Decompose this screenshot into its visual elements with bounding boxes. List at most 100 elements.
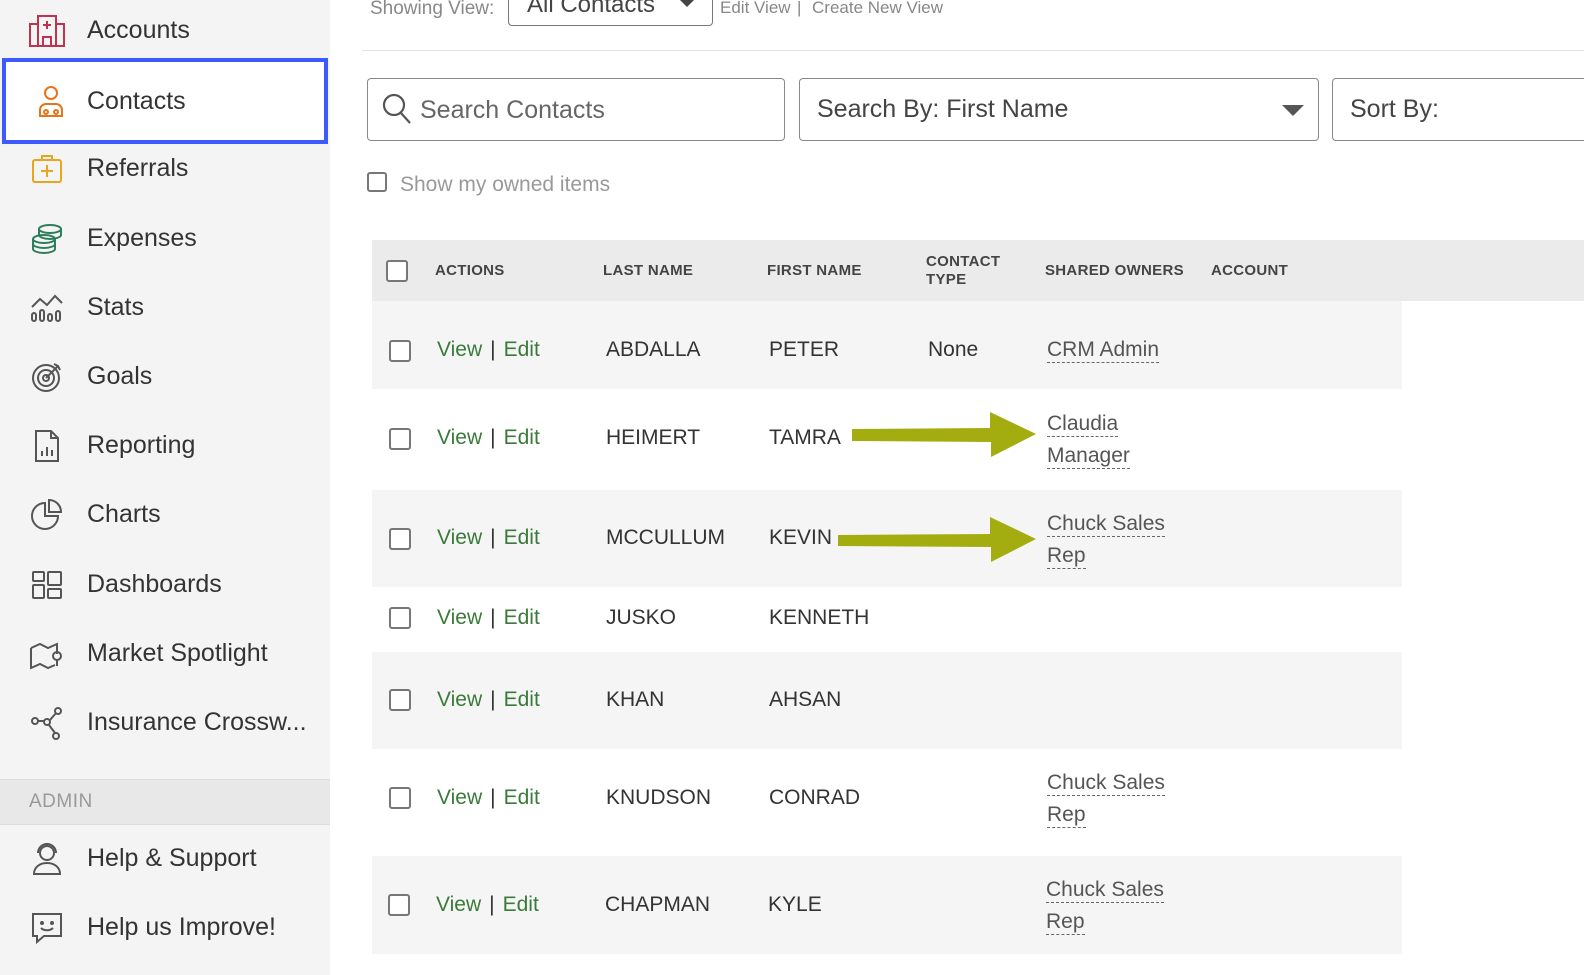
cell-shared-owners: Claudia Manager	[1047, 408, 1130, 472]
search-by-dropdown[interactable]: Search By: First Name	[799, 78, 1319, 141]
sidebar-item-referrals[interactable]: Referrals	[0, 134, 330, 203]
header-contact-type-line1[interactable]: CONTACT	[926, 253, 1000, 270]
sidebar-item-reporting[interactable]: Reporting	[0, 411, 330, 480]
search-by-label: Search By: First Name	[817, 95, 1069, 123]
sidebar-item-label: Help us Improve!	[87, 913, 276, 941]
sidebar-item-help-improve[interactable]: Help us Improve!	[0, 893, 330, 962]
edit-link[interactable]: Edit	[504, 426, 540, 449]
view-link[interactable]: View	[437, 338, 482, 361]
cell-first-name: AHSAN	[769, 688, 842, 711]
header-account[interactable]: ACCOUNT	[1211, 262, 1288, 279]
sidebar-item-label: Accounts	[87, 16, 190, 44]
sidebar-item-contacts[interactable]: Contacts	[2, 58, 328, 144]
row-checkbox[interactable]	[389, 428, 411, 450]
search-contacts-box[interactable]	[367, 78, 785, 141]
edit-link[interactable]: Edit	[503, 893, 539, 916]
cell-last-name: HEIMERT	[606, 426, 701, 449]
view-link[interactable]: View	[436, 893, 481, 916]
edit-view-link[interactable]: Edit View	[720, 0, 791, 18]
sidebar-item-label: Dashboards	[87, 570, 222, 598]
show-owned-checkbox[interactable]	[367, 172, 387, 192]
owner-link[interactable]: Claudia	[1047, 412, 1119, 437]
view-link[interactable]: View	[437, 426, 482, 449]
chevron-down-icon	[1282, 105, 1304, 116]
owner-link[interactable]: Rep	[1047, 803, 1086, 828]
sidebar-item-label: Market Spotlight	[87, 639, 268, 667]
sidebar-item-goals[interactable]: Goals	[0, 342, 330, 411]
edit-link[interactable]: Edit	[504, 606, 540, 629]
report-document-icon	[28, 427, 66, 465]
row-actions: View | Edit	[437, 426, 540, 449]
cell-shared-owners: Chuck Sales Rep	[1046, 874, 1164, 938]
row-checkbox[interactable]	[389, 340, 411, 362]
owner-link[interactable]: Chuck Sales	[1047, 771, 1165, 796]
sidebar-item-insurance-crosswalk[interactable]: Insurance Crossw...	[0, 688, 330, 757]
cell-last-name: KNUDSON	[606, 786, 712, 809]
row-actions: View | Edit	[437, 786, 540, 809]
view-link[interactable]: View	[437, 526, 482, 549]
header-shared-owners[interactable]: SHARED OWNERS	[1045, 262, 1184, 279]
row-checkbox[interactable]	[389, 787, 411, 809]
select-all-checkbox[interactable]	[386, 260, 408, 282]
coins-icon	[28, 220, 66, 258]
contacts-group-icon	[32, 82, 70, 120]
edit-link[interactable]: Edit	[504, 688, 540, 711]
pie-chart-icon	[28, 496, 66, 534]
sidebar-item-label: Charts	[87, 500, 161, 528]
view-link[interactable]: View	[437, 786, 482, 809]
admin-section-header: ADMIN	[0, 779, 330, 825]
sidebar-item-market-spotlight[interactable]: Market Spotlight	[0, 619, 330, 688]
owner-link[interactable]: Rep	[1047, 544, 1086, 569]
edit-link[interactable]: Edit	[504, 526, 540, 549]
header-last-name[interactable]: LAST NAME	[603, 262, 693, 279]
owner-link[interactable]: CRM Admin	[1047, 338, 1160, 363]
row-checkbox[interactable]	[388, 894, 410, 916]
owner-link[interactable]: Chuck Sales	[1046, 878, 1164, 903]
owner-link[interactable]: Manager	[1047, 444, 1130, 469]
cell-first-name: TAMRA	[769, 426, 841, 449]
edit-link[interactable]: Edit	[504, 338, 540, 361]
sidebar-item-label: Reporting	[87, 431, 196, 459]
cell-shared-owners: Chuck Sales Rep	[1047, 767, 1165, 831]
view-link[interactable]: View	[437, 688, 482, 711]
row-actions: View | Edit	[437, 526, 540, 549]
sidebar-item-label: Goals	[87, 362, 153, 390]
cell-last-name: KHAN	[606, 688, 665, 711]
sidebar-item-label: Insurance Crossw...	[87, 708, 307, 736]
sidebar: Accounts Contacts Referrals Expenses Sta…	[0, 0, 330, 975]
header-contact-type-line2: TYPE	[926, 271, 967, 288]
table-header: ACTIONS LAST NAME FIRST NAME CONTACT TYP…	[372, 240, 1584, 301]
sort-by-dropdown[interactable]: Sort By:	[1332, 78, 1584, 141]
header-first-name[interactable]: FIRST NAME	[767, 262, 862, 279]
search-by-value: First Name	[946, 95, 1069, 123]
view-select-value: All Contacts	[527, 0, 656, 18]
admin-label: ADMIN	[29, 791, 93, 812]
sidebar-item-accounts[interactable]: Accounts	[0, 0, 330, 65]
cell-shared-owners: Chuck Sales Rep	[1047, 508, 1165, 572]
view-link[interactable]: View	[437, 606, 482, 629]
sidebar-item-dashboards[interactable]: Dashboards	[0, 550, 330, 619]
sidebar-item-stats[interactable]: Stats	[0, 273, 330, 342]
sidebar-item-help-support[interactable]: Help & Support	[0, 824, 330, 893]
sidebar-item-charts[interactable]: Charts	[0, 480, 330, 549]
row-checkbox[interactable]	[389, 607, 411, 629]
table-row: View | Edit CHAPMAN KYLE Chuck Sales Rep	[372, 856, 1402, 954]
feedback-chat-icon	[28, 909, 66, 947]
owner-link[interactable]: Chuck Sales	[1047, 512, 1165, 537]
create-new-view-link[interactable]: Create New View	[812, 0, 943, 18]
row-actions: View | Edit	[437, 688, 540, 711]
show-owned-items[interactable]: Show my owned items	[367, 172, 610, 196]
sort-by-label: Sort By:	[1350, 95, 1439, 123]
cell-first-name: KEVIN	[769, 526, 833, 549]
edit-link[interactable]: Edit	[504, 786, 540, 809]
view-select-dropdown[interactable]: All Contacts	[508, 0, 713, 26]
view-link-separator: |	[797, 0, 802, 17]
owner-link[interactable]: Rep	[1046, 910, 1085, 935]
row-checkbox[interactable]	[389, 689, 411, 711]
support-headset-icon	[28, 840, 66, 878]
view-bar: Showing View:	[370, 0, 494, 26]
search-icon	[382, 93, 412, 130]
sidebar-item-expenses[interactable]: Expenses	[0, 204, 330, 273]
search-input[interactable]	[418, 91, 762, 129]
row-checkbox[interactable]	[389, 528, 411, 550]
